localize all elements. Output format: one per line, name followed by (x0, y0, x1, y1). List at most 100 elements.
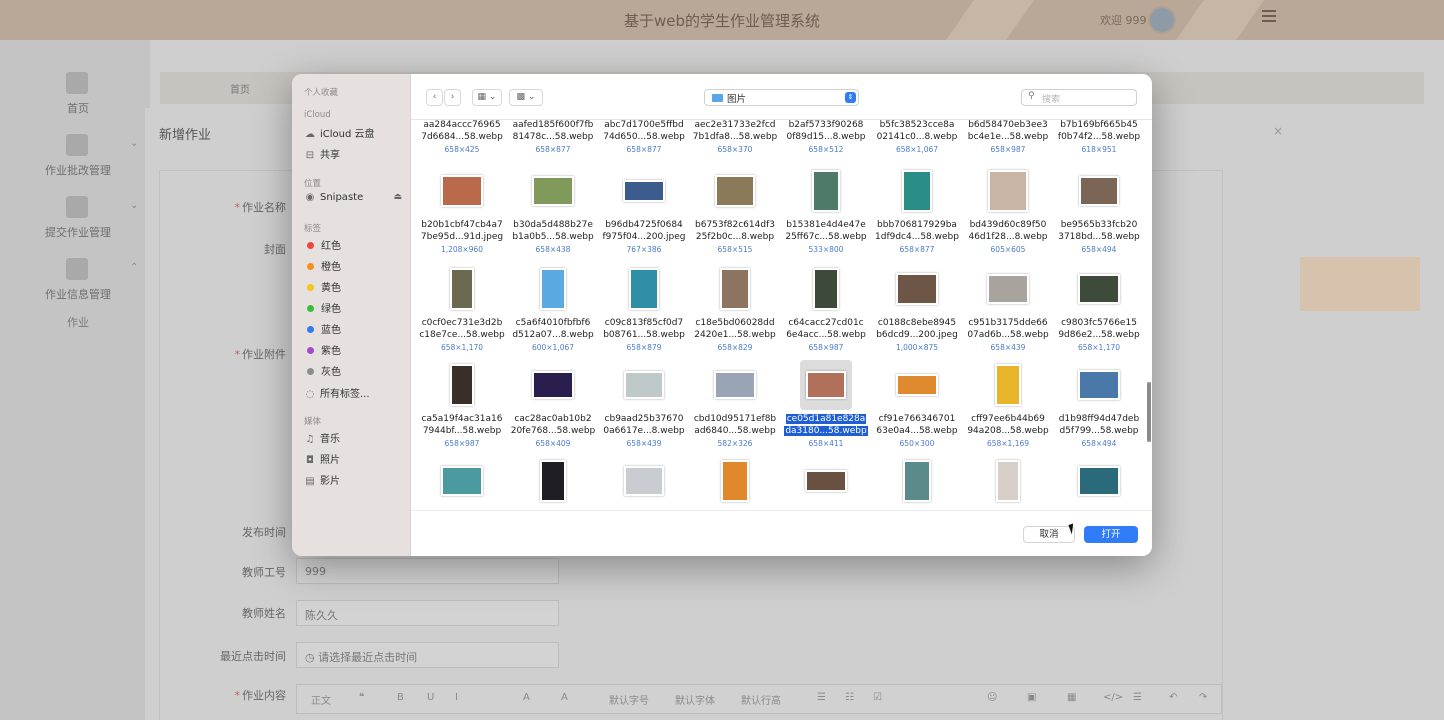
font-color-icon[interactable]: A (523, 692, 530, 703)
file-item[interactable] (508, 460, 598, 510)
location-select[interactable]: 图片 ⇕ (704, 89, 859, 106)
avatar[interactable] (1148, 6, 1176, 34)
last-click-picker[interactable]: ◷ 请选择最近点击时间 (296, 642, 559, 668)
sidebar-item-tag[interactable]: 紫色 (304, 342, 408, 360)
file-item[interactable]: c0188c8ebe8945 b6dcd9...200.jpeg 1,000×875 (872, 268, 962, 366)
nav-item-submissions[interactable]: 提交作业管理 ⌄ (0, 190, 150, 252)
line-height-select[interactable]: 默认行高 (741, 692, 781, 707)
file-item[interactable]: c951b3175dde66 07ad6b...58.webp 658×439 (963, 268, 1053, 366)
sidebar-item-tag[interactable]: 蓝色 (304, 321, 408, 339)
file-item[interactable]: d1b98ff94d47deb d5f799...58.webp 658×494 (1054, 364, 1144, 462)
file-item[interactable]: b6753f82c614df3 25f2b0c...8.webp 658×515 (690, 170, 780, 268)
file-item[interactable]: c9803fc5766e15 9d86e2...58.webp 658×1,170 (1054, 268, 1144, 366)
scrollbar[interactable] (1147, 382, 1151, 442)
sidebar-item-icloud-drive[interactable]: ☁ iCloud 云盘 (304, 125, 408, 143)
sidebar-item-tag[interactable]: 橙色 (304, 258, 408, 276)
eject-icon[interactable]: ⏏ (393, 192, 402, 202)
file-name-line2: 2420e1...58.webp (694, 330, 776, 340)
breadcrumb-home[interactable]: 首页 (230, 81, 250, 96)
search-placeholder: 搜索 (1042, 95, 1061, 105)
undo-icon[interactable]: ↶ (1169, 692, 1177, 703)
font-family-select[interactable]: 默认字体 (675, 692, 715, 707)
image-thumbnail (441, 466, 483, 496)
font-size-select[interactable]: 默认字号 (609, 692, 649, 707)
nav-subitem[interactable]: 作业 (0, 314, 156, 330)
cancel-button[interactable]: 取消 (1023, 526, 1075, 543)
updown-icon: ⇕ (845, 92, 856, 103)
sidebar-item-tag[interactable]: 灰色 (304, 363, 408, 381)
icon-view-button[interactable]: ▦ ⌄ (472, 89, 502, 106)
file-item[interactable]: cbd10d95171ef8b ad6840...58.webp 582×326 (690, 364, 780, 462)
label-teacher-id: 教师工号 (242, 566, 286, 579)
file-item[interactable]: c09c813f85cf0d7 b08761...58.webp 658×879 (599, 268, 689, 366)
file-item[interactable] (872, 460, 962, 510)
table-icon[interactable]: ▦ (1067, 692, 1076, 703)
file-item[interactable]: cac28ac0ab10b2 20fe768...58.webp 658×409 (508, 364, 598, 462)
underline-icon[interactable]: U (427, 692, 434, 703)
italic-icon[interactable]: I (455, 692, 458, 703)
bg-color-icon[interactable]: A (561, 692, 568, 703)
menu-icon[interactable] (1262, 10, 1276, 24)
nav-item-home[interactable]: 首页 (0, 66, 150, 128)
file-item[interactable]: b96db4725f0684 f975f04...200.jpeg 767×386 (599, 170, 689, 268)
sidebar-item-photos[interactable]: ◘ 照片 (304, 451, 408, 469)
emoji-icon[interactable]: ☺ (987, 692, 997, 703)
numbered-list-icon[interactable]: ☷ (845, 692, 854, 703)
sidebar-item-snipaste[interactable]: ◉ Snipaste ⏏ (304, 192, 408, 210)
file-item[interactable]: cb9aad25b37670 0a6617e...8.webp 658×439 (599, 364, 689, 462)
file-item[interactable] (963, 460, 1053, 510)
search-icon: ⚲ (1028, 91, 1035, 101)
file-name-line1: cbd10d95171ef8b (693, 414, 777, 424)
image-icon[interactable]: ▣ (1027, 692, 1036, 703)
image-thumbnail (715, 175, 755, 207)
code-icon[interactable]: </> (1103, 692, 1123, 703)
sidebar-item-tag[interactable]: 红色 (304, 237, 408, 255)
bold-icon[interactable]: B (397, 692, 404, 703)
file-item[interactable]: ce05d1a81e828a da3180...58.webp 658×411 (781, 360, 871, 462)
forward-button[interactable]: › (444, 89, 461, 106)
redo-icon[interactable]: ↷ (1199, 692, 1207, 703)
file-item[interactable]: c18e5bd06028dd 2420e1...58.webp 658×829 (690, 268, 780, 366)
file-item[interactable]: bd439d60c89f50 46d1f28...8.webp 605×605 (963, 170, 1053, 268)
paragraph-style-select[interactable]: 正文 (311, 692, 331, 707)
close-icon[interactable]: × (1273, 124, 1283, 138)
user-greeting[interactable]: 欢迎 999 (1100, 12, 1147, 28)
file-dimensions: 658×987 (444, 439, 480, 448)
file-item[interactable] (1054, 460, 1144, 510)
sidebar-item-tag[interactable]: 黄色 (304, 279, 408, 297)
file-item[interactable]: cff97ee6b44b69 94a208...58.webp 658×1,169 (963, 364, 1053, 462)
file-item[interactable] (599, 460, 689, 510)
bullet-list-icon[interactable]: ☰ (817, 692, 826, 703)
sidebar-item-tag[interactable]: 绿色 (304, 300, 408, 318)
sidebar-item-shared[interactable]: ⊟ 共享 (304, 146, 408, 164)
file-item[interactable] (690, 460, 780, 510)
todo-icon[interactable]: ☑ (873, 692, 882, 703)
file-item[interactable]: bbb706817929ba 1df9dc4...58.webp 658×877 (872, 170, 962, 268)
image-thumbnail (996, 460, 1020, 502)
file-item[interactable]: ca5a19f4ac31a16 7944bf...58.webp 658×987 (417, 364, 507, 462)
back-button[interactable]: ‹ (426, 89, 443, 106)
file-item[interactable] (417, 460, 507, 510)
file-item[interactable]: cf91e766346701 63e0a4...58.webp 650×300 (872, 364, 962, 462)
file-item[interactable]: c64cacc27cd01c 6e4acc...58.webp 658×987 (781, 268, 871, 366)
teacher-id-field[interactable]: 999 (296, 558, 559, 584)
file-item[interactable] (781, 460, 871, 510)
divider-icon[interactable]: ☰ (1133, 692, 1142, 703)
file-item[interactable]: b15381e4d4e47e 25ff67c...58.webp 533×800 (781, 170, 871, 268)
file-item[interactable]: be9565b33fcb20 3718bd...58.webp 658×494 (1054, 170, 1144, 268)
open-button[interactable]: 打开 (1084, 526, 1138, 543)
search-input[interactable]: ⚲ 搜索 (1021, 89, 1137, 106)
group-view-button[interactable]: ▩ ⌄ (509, 89, 543, 106)
file-item[interactable]: c0cf0ec731e3d2b c18e7ce...58.webp 658×1,17… (417, 268, 507, 366)
quote-icon[interactable]: ❝ (359, 692, 364, 703)
label-cover: 封面 (264, 243, 286, 256)
file-item[interactable]: c5a6f4010fbfbf6 d512a07...8.webp 600×1,067 (508, 268, 598, 366)
sidebar-item-music[interactable]: ♫ 音乐 (304, 430, 408, 448)
file-item[interactable]: b30da5d488b27e b1a0b5...58.webp 658×438 (508, 170, 598, 268)
sidebar-item-movies[interactable]: ▤ 影片 (304, 472, 408, 490)
file-item[interactable]: b20b1cbf47cb4a7 7be95d...91d.jpeg 1,208×96… (417, 170, 507, 268)
sidebar-item-all-tags[interactable]: ◌ 所有标签... (304, 385, 408, 403)
teacher-name-field[interactable]: 陈久久 (296, 600, 559, 626)
nav-item-homework-info[interactable]: 作业信息管理 ⌃ (0, 252, 150, 314)
nav-item-grading[interactable]: 作业批改管理 ⌄ (0, 128, 150, 190)
